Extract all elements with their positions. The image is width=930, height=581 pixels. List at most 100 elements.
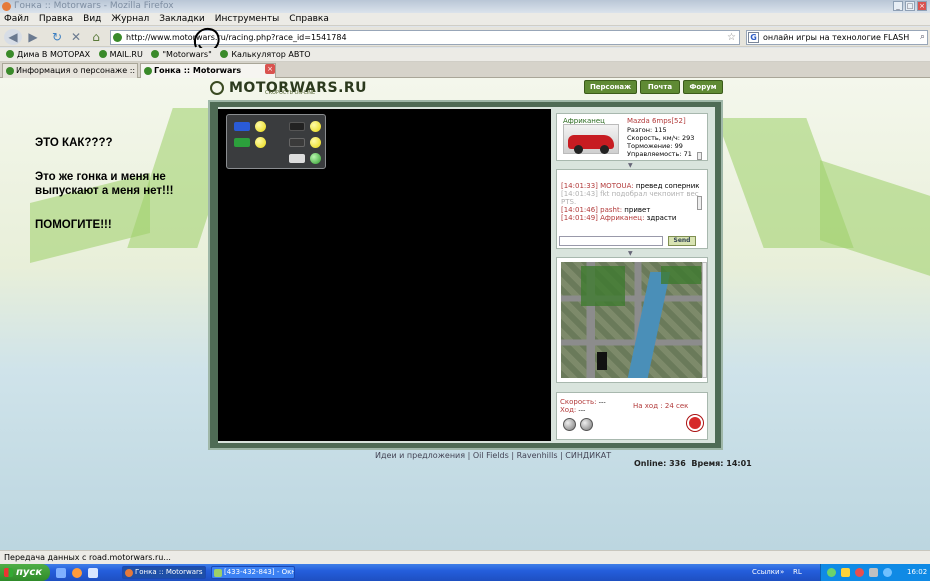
bookmark-item[interactable]: "Motorwars" — [151, 48, 212, 62]
search-input[interactable]: G онлайн игры на технологие FLASH ⌕ — [746, 30, 928, 45]
taskbar-item-chat[interactable]: [433-432-843] - Окн... — [211, 566, 295, 579]
tab-race[interactable]: Гонка :: Motorwars — [140, 63, 276, 78]
menu-history[interactable]: Журнал — [106, 13, 154, 26]
firefox-icon — [125, 569, 133, 577]
site-favicon — [113, 33, 122, 42]
side-panel: Африканец Mazda 6mps[52] Разгон: 115 Ско… — [556, 109, 708, 441]
tray-icon[interactable] — [841, 568, 850, 577]
address-url: http://www.motorwars.ru/racing.php?race_… — [126, 33, 347, 42]
game-frame: Африканец Mazda 6mps[52] Разгон: 115 Ско… — [208, 100, 723, 450]
chat-input[interactable] — [559, 236, 663, 246]
nav-character-button[interactable]: Персонаж — [584, 80, 637, 94]
search-icon[interactable]: ⌕ — [920, 31, 925, 44]
menu-help[interactable]: Справка — [284, 13, 334, 26]
taskbar-item-firefox[interactable]: Гонка :: Motorwars ... — [122, 566, 206, 579]
racer-car-icon — [289, 122, 305, 131]
car-image — [563, 124, 619, 154]
control-button-icon[interactable] — [580, 418, 593, 431]
menu-view[interactable]: Вид — [78, 13, 106, 26]
racer-car-icon — [234, 138, 250, 147]
chat-message: [14:01:46] pasht: привет — [561, 206, 651, 214]
tab-close-icon[interactable]: × — [265, 64, 275, 74]
language-indicator[interactable]: RL — [793, 564, 802, 581]
collapse-chevron-icon[interactable]: ▼ — [628, 250, 633, 257]
bookmark-favicon-icon — [151, 50, 160, 58]
racer-car-icon — [289, 138, 305, 147]
footer-link-oil-fields[interactable]: Oil Fields — [473, 451, 509, 460]
car-wheel-shape — [574, 145, 583, 154]
nav-mail-button[interactable]: Почта — [640, 80, 680, 94]
chat-message: [14:01:33] MOTOUA: превед соперник! — [561, 182, 699, 190]
chat-message: [14:01:43] fkt подобрал чекпоинт весом 4 — [561, 190, 699, 198]
park-shape — [661, 266, 701, 284]
stat-row: Скорость, км/ч: 293 — [627, 134, 695, 142]
car-model[interactable]: Mazda 6mps[52] — [627, 117, 686, 125]
bookmark-favicon-icon — [6, 50, 14, 58]
speed-move-info: Скорость: --- Ход: --- — [560, 398, 606, 414]
menu-edit[interactable]: Правка — [34, 13, 78, 26]
menu-file[interactable]: Файл — [0, 13, 34, 26]
tray-icon[interactable] — [827, 568, 836, 577]
tray-icon[interactable] — [883, 568, 892, 577]
menu-bar: Файл Правка Вид Журнал Закладки Инструменты Сп… — [0, 13, 930, 26]
tab-bar: Информация о персонаже :: "Motorw... Гон… — [0, 62, 930, 78]
tray-icon[interactable] — [869, 568, 878, 577]
back-icon[interactable]: ◀ — [4, 29, 22, 45]
links-toolbar[interactable]: Ссылки — [752, 564, 780, 581]
racer-car-icon — [234, 122, 250, 131]
chat-scrollbar[interactable] — [697, 196, 702, 210]
start-button[interactable]: пуск — [0, 564, 50, 581]
bookmark-favicon-icon — [98, 50, 107, 58]
footer-links: Идеи и предложения | Oil Fields | Ravenh… — [375, 451, 612, 460]
car-wheel-shape — [600, 145, 609, 154]
scrollbar-thumb[interactable] — [697, 152, 702, 160]
stop-icon[interactable]: ✕ — [67, 29, 85, 45]
online-count: Online: 336 Время: 14:01 — [634, 459, 752, 468]
racer-ready-light-icon — [255, 121, 266, 132]
reload-icon[interactable]: ↻ — [48, 29, 66, 45]
tray-icon[interactable] — [855, 568, 864, 577]
race-map-canvas[interactable] — [218, 109, 551, 441]
stat-row: Торможение: 99 — [627, 142, 683, 150]
stat-row: Разгон: 115 — [627, 126, 667, 134]
site-tagline: СКОРОСТЬ ON-LINE — [265, 90, 316, 96]
control-button-icon[interactable] — [563, 418, 576, 431]
home-icon[interactable]: ⌂ — [87, 29, 105, 45]
bookmark-star-icon[interactable]: ☆ — [727, 31, 736, 44]
clock[interactable]: 16:02 — [907, 564, 927, 581]
close-icon[interactable]: × — [917, 1, 927, 11]
tab-character-info[interactable]: Информация о персонаже :: "Motorw... — [2, 63, 138, 78]
car-stats: Разгон: 115 Скорость, км/ч: 293 Торможен… — [627, 126, 694, 158]
quicklaunch-icon[interactable] — [88, 568, 98, 578]
footer-link-ideas[interactable]: Идеи и предложения — [375, 451, 465, 460]
send-button[interactable]: Send — [668, 236, 696, 246]
nav-forum-button[interactable]: Форум — [683, 80, 723, 94]
footer-link-syndicate[interactable]: СИНДИКАТ — [565, 451, 611, 460]
forward-icon[interactable]: ▶ — [24, 29, 42, 45]
minimize-icon[interactable]: _ — [893, 1, 903, 11]
minimap-image[interactable] — [561, 262, 702, 378]
racer-car-icon — [289, 154, 305, 163]
bookmark-item[interactable]: Дима В МОТОРАХ — [6, 48, 90, 62]
leave-race-stop-icon[interactable] — [687, 415, 703, 431]
decorative-leaf — [820, 160, 930, 276]
bookmark-item[interactable]: Калькулятор АВТО — [220, 48, 311, 62]
footer-link-ravenhills[interactable]: Ravenhills — [517, 451, 558, 460]
quicklaunch-icon[interactable] — [56, 568, 66, 578]
page-viewport: MOTORWARS.RU СКОРОСТЬ ON-LINE Персонаж П… — [0, 78, 930, 550]
quicklaunch-icon[interactable] — [72, 568, 82, 578]
minimap-panel — [556, 257, 708, 383]
google-icon[interactable]: G — [748, 32, 759, 43]
minimap-scrollbar[interactable] — [702, 262, 707, 378]
bookmark-item[interactable]: MAIL.RU — [98, 48, 143, 62]
stat-row: Управляемость: 71 — [627, 150, 692, 158]
chat-message: PTS. — [561, 198, 577, 206]
race-status-panel: Скорость: --- Ход: --- На ход : 24 сек — [556, 392, 708, 440]
links-toolbar-chevron-icon[interactable]: » — [780, 564, 784, 581]
maximize-icon[interactable]: □ — [905, 1, 915, 11]
tab-favicon-icon — [144, 67, 152, 75]
windows-taskbar: пуск Гонка :: Motorwars ... [433-432-843… — [0, 564, 930, 581]
windows-logo-icon — [4, 568, 13, 577]
navigation-toolbar: ◀ ▶ ↻ ✕ ⌂ http://www.motorwars.ru/racing… — [0, 27, 930, 52]
collapse-chevron-icon[interactable]: ▼ — [628, 162, 633, 169]
